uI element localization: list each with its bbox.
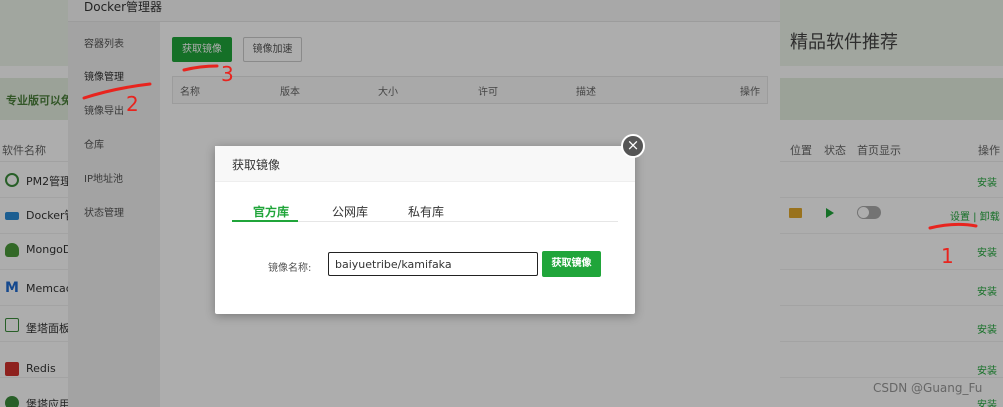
registry-tabs: 官方库 公网库 私有库 [232, 202, 618, 222]
get-image-submit-button[interactable]: 获取镜像 [542, 251, 601, 277]
tab-official[interactable]: 官方库 [253, 203, 289, 220]
image-name-label: 镜像名称: [268, 263, 312, 274]
annotation-number: 1 [941, 244, 954, 268]
annotation-number: 2 [126, 92, 139, 116]
image-name-input[interactable] [328, 252, 538, 276]
dialog-title: 获取镜像 [232, 158, 281, 172]
close-icon[interactable]: × [621, 134, 645, 158]
tab-private[interactable]: 私有库 [408, 203, 444, 220]
active-tab-indicator [232, 220, 298, 222]
get-image-dialog: 获取镜像 官方库 公网库 私有库 镜像名称: 获取镜像 [215, 146, 635, 314]
tab-public[interactable]: 公网库 [332, 203, 368, 220]
watermark: CSDN @Guang_Fu [873, 381, 983, 395]
dialog-header: 获取镜像 [215, 146, 635, 182]
annotation-number: 3 [221, 62, 234, 86]
